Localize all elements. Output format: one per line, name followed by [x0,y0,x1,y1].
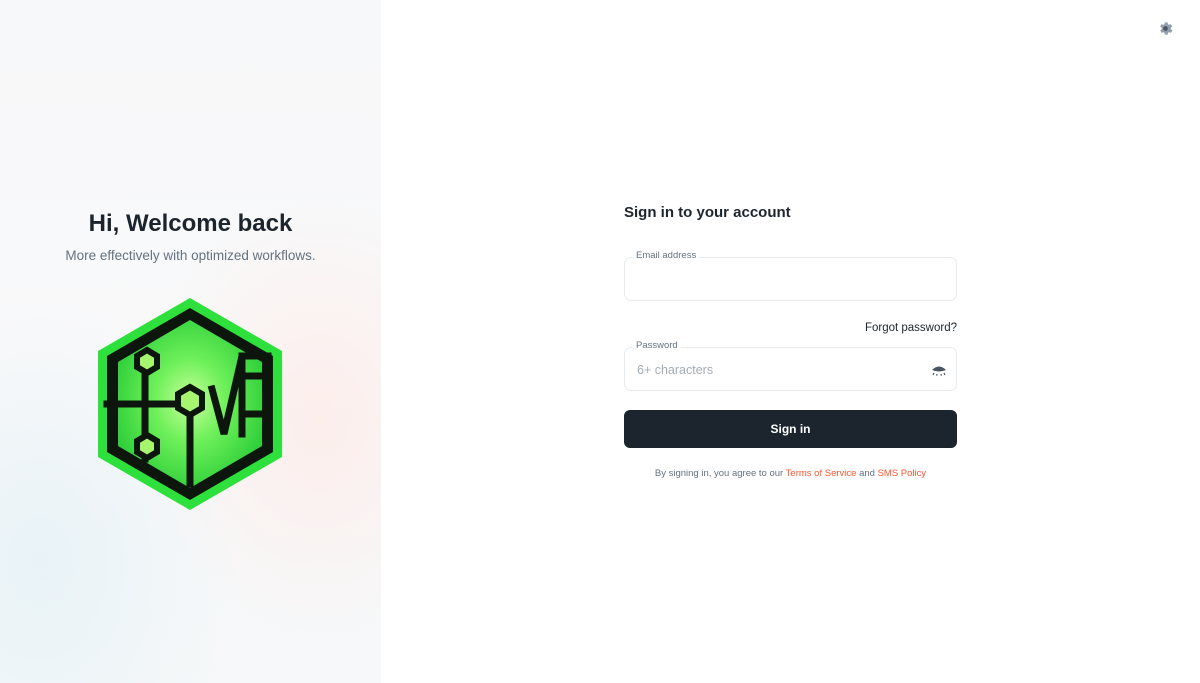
settings-button[interactable] [1154,17,1176,39]
sms-policy-link[interactable]: SMS Policy [878,468,927,479]
hexagon-circuit-logo [98,298,282,510]
terms-of-service-link[interactable]: Terms of Service [786,468,857,479]
password-label: Password [633,340,681,351]
welcome-subtitle: More effectively with optimized workflow… [65,248,316,263]
terms-text: By signing in, you agree to our Terms of… [624,468,957,479]
welcome-title: Hi, Welcome back [88,210,293,237]
password-field[interactable]: Password [624,340,957,391]
left-panel: Hi, Welcome back More effectively with o… [0,0,381,683]
email-label: Email address [633,250,700,261]
sign-in-button[interactable]: Sign in [624,410,957,448]
terms-conjunction: and [859,468,875,479]
eye-icon [932,366,946,376]
email-input[interactable] [635,269,925,291]
forgot-password-link[interactable]: Forgot password? [865,322,957,334]
terms-prefix: By signing in, you agree to our [654,468,784,479]
form-title: Sign in to your account [624,204,791,221]
email-field[interactable]: Email address [624,250,957,301]
password-input[interactable] [635,359,925,381]
gear-icon [1159,21,1172,35]
show-password-button[interactable] [930,362,948,378]
